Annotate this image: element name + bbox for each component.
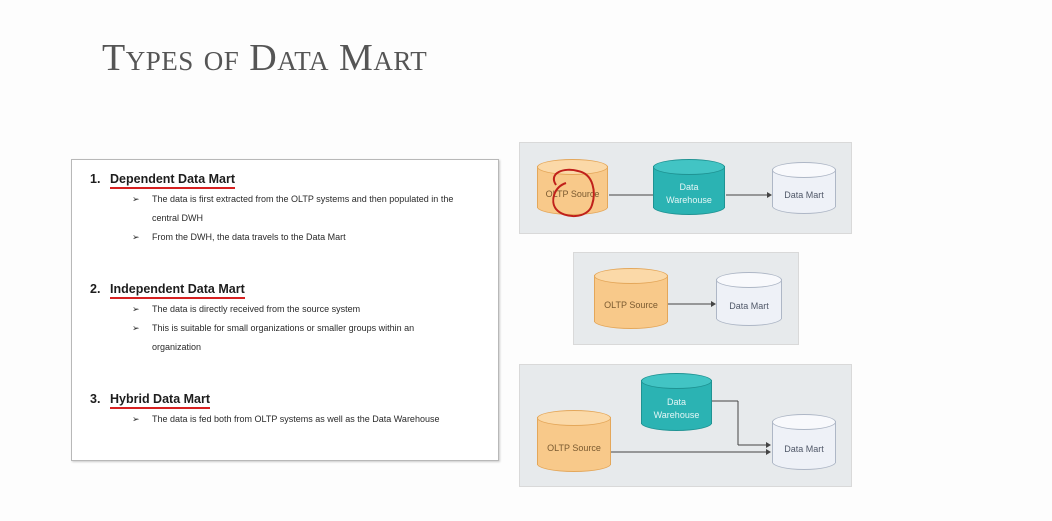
type-name: Independent Data Mart	[110, 282, 245, 299]
bullet-item: ➢ This is suitable for small organizatio…	[132, 319, 462, 357]
bullet-item: ➢ The data is fed both from OLTP systems…	[132, 410, 462, 429]
bullet-list: ➢ The data is directly received from the…	[90, 300, 462, 357]
bullet-text: From the DWH, the data travels to the Da…	[152, 232, 346, 242]
type-hybrid: 3. Hybrid Data Mart ➢ The data is fed bot…	[90, 392, 462, 429]
cylinder-label: Data Mart	[784, 443, 824, 454]
types-list-panel: 1. Dependent Data Mart ➢ The data is firs…	[71, 159, 499, 461]
bullet-text: This is suitable for small organizations…	[152, 323, 415, 352]
data-mart-cylinder: Data Mart	[772, 414, 836, 470]
type-name: Hybrid Data Mart	[110, 392, 211, 409]
type-number: 2.	[90, 282, 101, 296]
bullet-list: ➢ The data is first extracted from the O…	[90, 190, 462, 247]
arrow-bullet-icon: ➢	[132, 323, 140, 333]
type-heading: 2. Independent Data Mart	[90, 282, 462, 299]
cylinder-label: Data Warehouse	[653, 397, 700, 420]
slide-title: Types of Data Mart	[102, 37, 428, 79]
type-number: 1.	[90, 172, 101, 186]
type-independent: 2. Independent Data Mart ➢ The data is di…	[90, 282, 462, 357]
bullet-item: ➢ The data is directly received from the…	[132, 300, 462, 319]
cylinder-label: Data Mart	[784, 189, 824, 200]
independent-diagram: OLTP Source Data Mart	[573, 252, 799, 345]
oltp-source-cylinder: OLTP Source	[537, 410, 611, 472]
cylinder-label: Data Warehouse	[666, 182, 712, 205]
cylinder-label: Data Mart	[729, 300, 769, 311]
bullet-text: The data is first extracted from the OLT…	[152, 194, 454, 223]
arrow-bullet-icon: ➢	[132, 232, 140, 242]
cylinder-label: OLTP Source	[547, 442, 601, 453]
arrow-bullet-icon: ➢	[132, 194, 140, 204]
data-mart-cylinder: Data Mart	[716, 272, 782, 326]
arrow-bullet-icon: ➢	[132, 414, 140, 424]
data-mart-cylinder: Data Mart	[772, 162, 836, 214]
type-dependent: 1. Dependent Data Mart ➢ The data is firs…	[90, 172, 462, 247]
dependent-diagram: OLTP Source Data Warehouse Data Mart	[519, 142, 852, 234]
bullet-text: The data is directly received from the s…	[152, 304, 361, 314]
bullet-item: ➢ The data is first extracted from the O…	[132, 190, 462, 228]
type-number: 3.	[90, 392, 101, 406]
arrow-bullet-icon: ➢	[132, 304, 140, 314]
bullet-item: ➢ From the DWH, the data travels to the …	[132, 228, 462, 247]
data-warehouse-cylinder: Data Warehouse	[653, 159, 725, 215]
type-name: Dependent Data Mart	[110, 172, 236, 189]
cylinder-label: OLTP Source	[604, 300, 658, 310]
data-warehouse-cylinder: Data Warehouse	[641, 373, 712, 431]
oltp-source-cylinder: OLTP Source	[594, 268, 668, 329]
bullet-list: ➢ The data is fed both from OLTP systems…	[90, 410, 462, 429]
hybrid-diagram: Data Warehouse OLTP Source Data Mart	[519, 364, 852, 487]
type-heading: 1. Dependent Data Mart	[90, 172, 462, 189]
cylinder-label: OLTP Source	[545, 188, 600, 199]
bullet-text: The data is fed both from OLTP systems a…	[152, 414, 440, 424]
oltp-source-cylinder: OLTP Source	[537, 159, 608, 215]
type-heading: 3. Hybrid Data Mart	[90, 392, 462, 409]
